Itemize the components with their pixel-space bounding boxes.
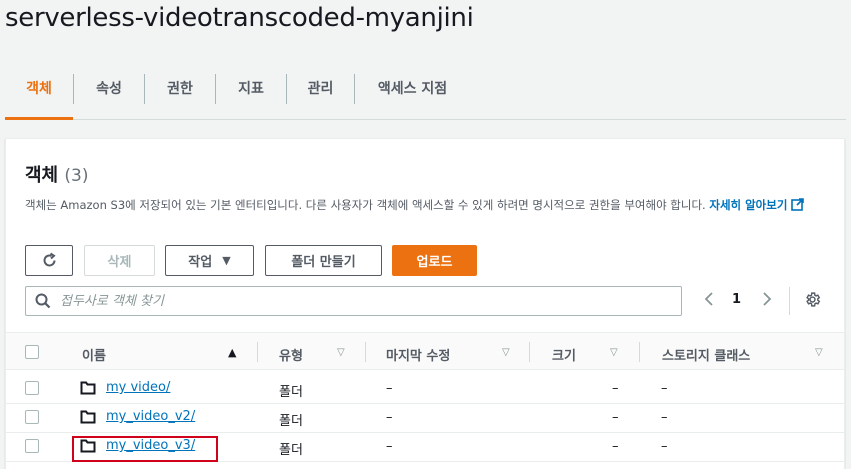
- pager-divider: [789, 287, 790, 315]
- folder-icon: [80, 381, 96, 395]
- folder-icon: [80, 410, 96, 424]
- search-icon: [35, 293, 51, 309]
- panel-title-text: 객체: [25, 165, 59, 186]
- page-number[interactable]: 1: [732, 292, 741, 307]
- column-divider[interactable]: [365, 342, 366, 362]
- tab-properties[interactable]: 속성: [74, 58, 144, 118]
- object-type: 폴더: [279, 443, 303, 458]
- description-text: 객체는 Amazon S3에 저장되어 있는 기본 엔터티입니다. 다른 사용자…: [25, 198, 706, 212]
- row-checkbox[interactable]: [25, 381, 39, 395]
- column-name[interactable]: 이름: [82, 345, 106, 364]
- tab-management[interactable]: 관리: [287, 58, 354, 118]
- external-link-icon[interactable]: [791, 198, 805, 211]
- search-input[interactable]: [60, 287, 670, 315]
- table-row: my_video_v2/ 폴더 – – –: [6, 404, 844, 433]
- objects-panel: 객체 (3) 객체는 Amazon S3에 저장되어 있는 기본 엔터티입니다.…: [5, 138, 845, 469]
- actions-label: 작업: [188, 255, 213, 270]
- object-name-link[interactable]: my_video_v2/: [106, 409, 195, 424]
- object-size: –: [612, 410, 619, 425]
- object-last-modified: –: [386, 410, 393, 425]
- tab-metrics[interactable]: 지표: [216, 58, 286, 118]
- object-count: (3): [64, 166, 89, 186]
- column-storage-class[interactable]: 스토리지 클래스: [662, 345, 750, 364]
- column-size[interactable]: 크기: [552, 345, 576, 364]
- object-storage-class: –: [661, 381, 668, 396]
- tab-access-points[interactable]: 액세스 지점: [355, 58, 470, 118]
- column-divider[interactable]: [529, 342, 530, 362]
- tab-permissions[interactable]: 권한: [145, 58, 215, 118]
- sort-descending-icon[interactable]: ▽: [337, 347, 345, 358]
- refresh-button[interactable]: [25, 245, 73, 276]
- panel-description: 객체는 Amazon S3에 저장되어 있는 기본 엔터티입니다. 다른 사용자…: [25, 195, 825, 215]
- column-divider[interactable]: [639, 342, 640, 362]
- column-divider[interactable]: [257, 342, 258, 362]
- tab-bar: 객체 속성 권한 지표 관리 액세스 지점: [5, 58, 846, 120]
- table-header: 이름 ▲ 유형 ▽ 마지막 수정 ▽ 크기 ▽ 스토리지 클래스 ▽: [6, 332, 844, 370]
- gear-icon[interactable]: [804, 291, 821, 308]
- chevron-left-icon[interactable]: [703, 291, 715, 307]
- learn-more-text[interactable]: 자세히 알아보기: [709, 198, 787, 212]
- actions-dropdown[interactable]: 작업 ▼: [165, 245, 254, 276]
- object-type: 폴더: [279, 385, 303, 400]
- select-all-checkbox[interactable]: [25, 345, 39, 359]
- object-size: –: [612, 439, 619, 454]
- object-type: 폴더: [279, 414, 303, 429]
- refresh-icon: [43, 252, 56, 267]
- panel-title: 객체 (3): [25, 161, 89, 187]
- object-storage-class: –: [661, 410, 668, 425]
- object-last-modified: –: [386, 439, 393, 454]
- learn-more-link[interactable]: 자세히 알아보기: [709, 198, 805, 212]
- object-size: –: [612, 381, 619, 396]
- caret-down-icon: ▼: [222, 254, 231, 267]
- create-folder-button[interactable]: 폴더 만들기: [265, 245, 382, 276]
- row-checkbox[interactable]: [25, 439, 39, 453]
- object-name-link[interactable]: my video/: [106, 380, 170, 395]
- table-row: my video/ 폴더 – – –: [6, 375, 844, 404]
- column-last-modified[interactable]: 마지막 수정: [386, 345, 450, 364]
- search-box: [25, 286, 682, 316]
- row-checkbox[interactable]: [25, 410, 39, 424]
- sort-descending-icon[interactable]: ▽: [815, 347, 823, 358]
- bucket-title: serverless-videotranscoded-myanjini: [5, 3, 474, 33]
- highlight-box: [72, 436, 218, 462]
- object-last-modified: –: [386, 381, 393, 396]
- column-type[interactable]: 유형: [279, 345, 303, 364]
- upload-button[interactable]: 업로드: [392, 245, 477, 276]
- object-storage-class: –: [661, 439, 668, 454]
- sort-ascending-icon[interactable]: ▲: [228, 346, 236, 359]
- sort-descending-icon[interactable]: ▽: [502, 347, 510, 358]
- tab-objects[interactable]: 객체: [5, 58, 73, 120]
- sort-descending-icon[interactable]: ▽: [610, 347, 618, 358]
- chevron-right-icon[interactable]: [761, 291, 773, 307]
- delete-button[interactable]: 삭제: [84, 245, 155, 276]
